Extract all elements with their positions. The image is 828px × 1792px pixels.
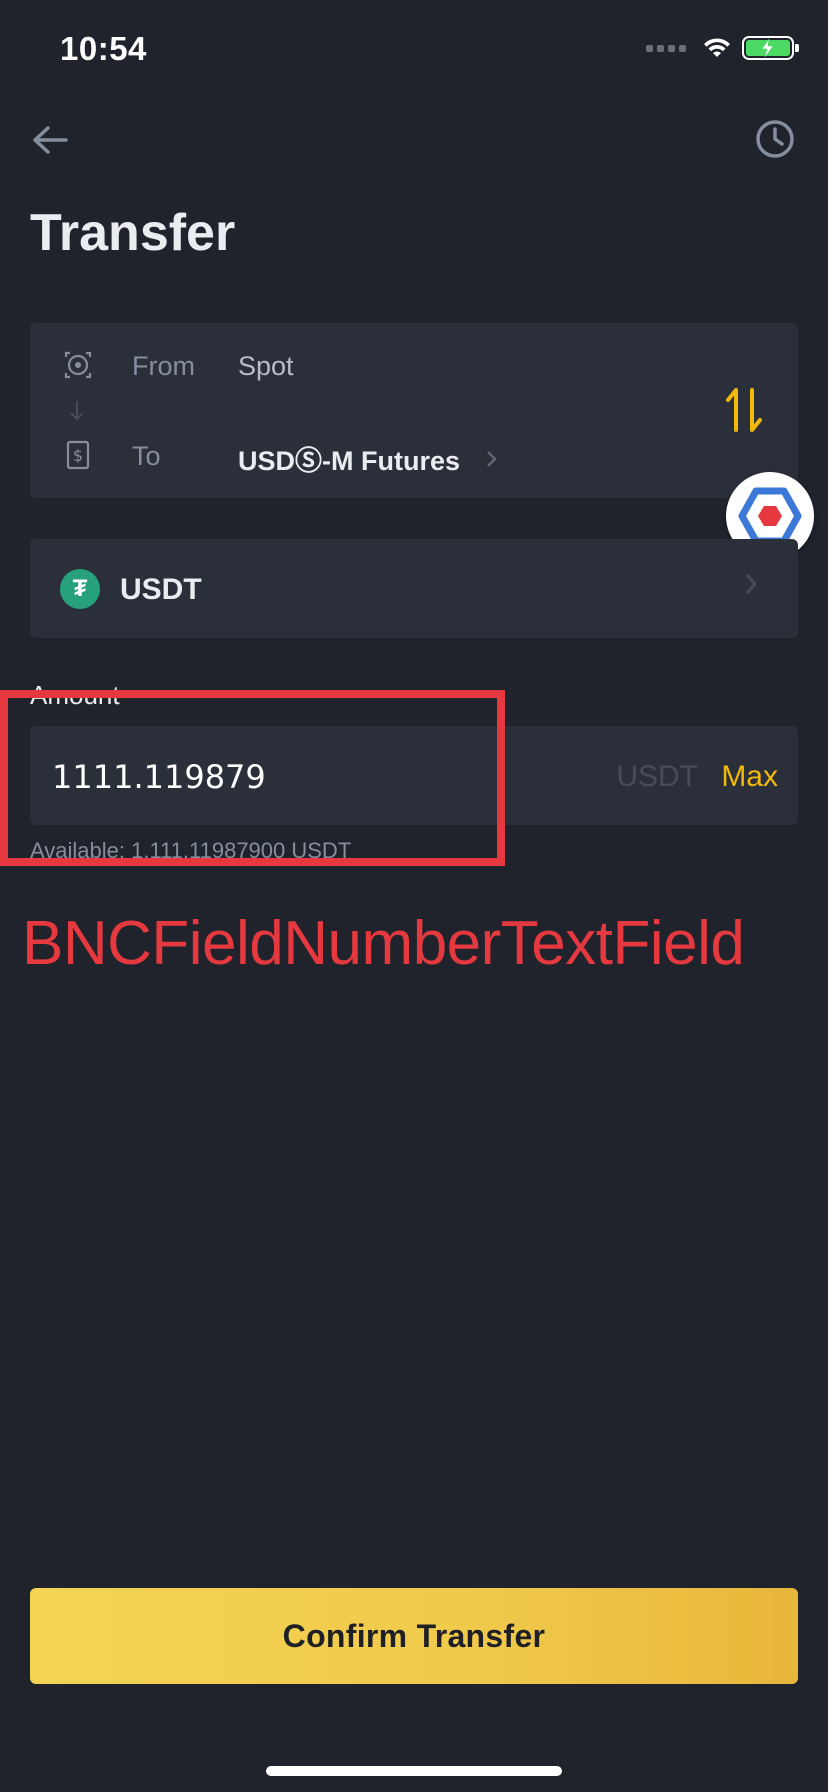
swap-button[interactable]	[721, 385, 767, 435]
battery-icon	[742, 36, 799, 60]
confirm-transfer-label: Confirm Transfer	[282, 1617, 546, 1654]
wifi-icon	[704, 38, 730, 57]
assistive-badge-icon	[738, 487, 802, 545]
chevron-right-icon	[487, 450, 497, 467]
coin-selector[interactable]: ₮ USDT	[30, 539, 798, 638]
highlight-box	[0, 690, 505, 866]
status-icons	[646, 36, 799, 60]
home-indicator	[266, 1766, 562, 1776]
usdt-logo-icon: ₮	[60, 569, 100, 609]
from-label: From	[132, 351, 195, 381]
chevron-right-icon	[744, 571, 758, 602]
swap-icon	[726, 388, 762, 432]
max-button[interactable]: Max	[721, 760, 778, 794]
back-button[interactable]	[28, 118, 72, 162]
amount-unit: USDT	[616, 760, 698, 793]
status-time: 10:54	[60, 30, 147, 67]
dollar-card-icon: $	[62, 439, 94, 476]
to-account-selector[interactable]: USDⓈ-M Futures	[238, 439, 498, 478]
history-button[interactable]	[752, 116, 798, 162]
wallet-icon	[62, 349, 94, 386]
to-value: USDⓈ-M Futures	[238, 446, 460, 476]
arrow-down-icon	[68, 399, 86, 428]
transfer-accounts-card: From Spot $ To USDⓈ-M Futures	[30, 323, 798, 498]
page-title: Transfer	[30, 204, 236, 262]
highlight-label: BNCFieldNumberTextField	[22, 909, 745, 978]
signal-icon	[646, 44, 686, 52]
confirm-transfer-button[interactable]: Confirm Transfer	[30, 1588, 798, 1684]
svg-text:$: $	[73, 446, 83, 465]
history-clock-icon	[756, 120, 794, 158]
to-label: To	[132, 441, 161, 471]
coin-name: USDT	[120, 573, 202, 606]
back-arrow-icon	[33, 126, 68, 154]
from-value[interactable]: Spot	[238, 351, 294, 382]
